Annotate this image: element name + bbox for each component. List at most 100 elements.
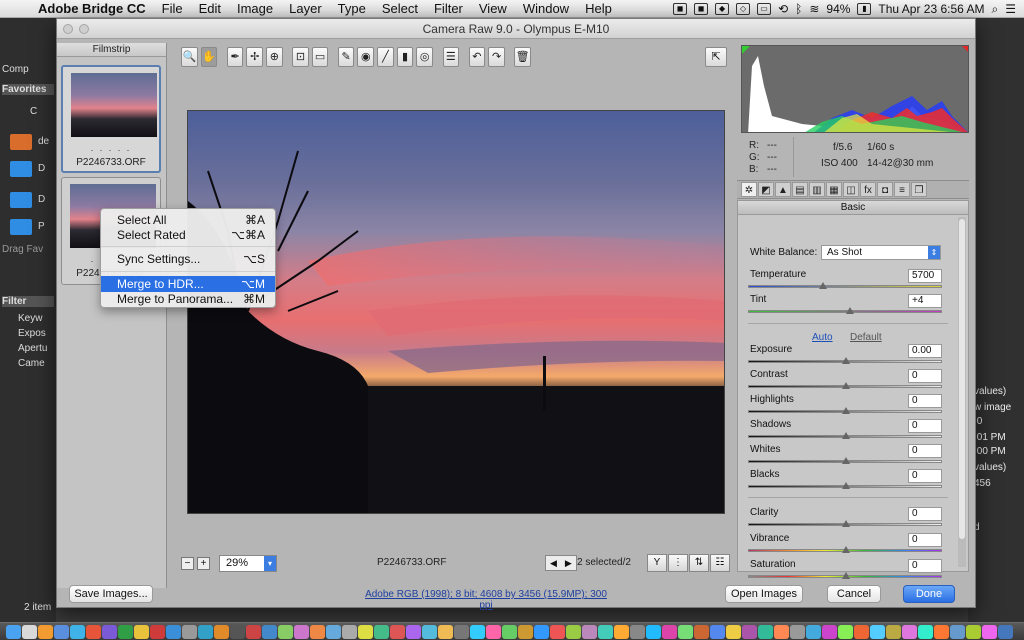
dock-app-icon[interactable] bbox=[582, 624, 597, 639]
dropbox-icon[interactable]: ◇ bbox=[736, 3, 751, 15]
slider-value-field[interactable]: 0 bbox=[908, 533, 942, 547]
before-after-icon[interactable]: ⋮ bbox=[668, 554, 688, 572]
dock-app-icon[interactable] bbox=[534, 624, 549, 639]
dock-app-icon[interactable] bbox=[470, 624, 485, 639]
auto-link[interactable]: Auto bbox=[812, 332, 833, 343]
zoom-level-select[interactable]: 29% ▾ bbox=[219, 554, 277, 572]
color-sampler-tool-icon[interactable]: ✢ bbox=[246, 47, 264, 67]
snapshots-tab-icon[interactable]: ❐ bbox=[911, 182, 927, 197]
slider-track[interactable] bbox=[748, 546, 942, 553]
crop-tool-icon[interactable]: ⊡ bbox=[292, 47, 309, 67]
menu-select[interactable]: Select bbox=[374, 1, 426, 16]
dock-app-icon[interactable] bbox=[694, 624, 709, 639]
slider-value-field[interactable]: 0 bbox=[908, 369, 942, 383]
targeted-adjustment-tool-icon[interactable]: ⊕ bbox=[266, 47, 283, 67]
filter-aperture[interactable]: Apertu bbox=[18, 343, 47, 354]
filter-icon[interactable]: Y bbox=[647, 554, 667, 572]
dock-app-icon[interactable] bbox=[950, 624, 965, 639]
dock-app-icon[interactable] bbox=[502, 624, 517, 639]
filter-tab[interactable]: Filter bbox=[2, 296, 54, 307]
rotate-left-tool-icon[interactable]: ↶ bbox=[468, 47, 486, 67]
slider-knob[interactable] bbox=[842, 407, 850, 414]
slider-track[interactable] bbox=[748, 357, 942, 364]
slider-knob[interactable] bbox=[842, 457, 850, 464]
airplay-icon[interactable]: ▭ bbox=[757, 3, 772, 15]
dock-app-icon[interactable] bbox=[838, 624, 853, 639]
close-window-icon[interactable] bbox=[63, 24, 73, 34]
previous-image-icon[interactable]: ◀ bbox=[546, 558, 561, 569]
cancel-button[interactable]: Cancel bbox=[827, 585, 881, 603]
bluetooth-icon[interactable]: ᛒ bbox=[795, 2, 802, 16]
minimize-window-icon[interactable] bbox=[79, 24, 89, 34]
sidebar-item-c[interactable]: C bbox=[30, 106, 37, 117]
white-balance-select[interactable]: As Shot ⇕ bbox=[821, 245, 941, 260]
dock-app-icon[interactable] bbox=[934, 624, 949, 639]
slider-value-field[interactable]: 0 bbox=[908, 559, 942, 573]
dock-app-icon[interactable] bbox=[662, 624, 677, 639]
slider-knob[interactable] bbox=[842, 520, 850, 527]
clock[interactable]: Thu Apr 23 6:56 AM bbox=[878, 2, 984, 16]
slider-track[interactable] bbox=[748, 432, 942, 439]
rating-dots[interactable]: . . . . . bbox=[63, 143, 159, 153]
dock-app-icon[interactable] bbox=[518, 624, 533, 639]
dock-app-icon[interactable] bbox=[70, 624, 85, 639]
slider-value-field[interactable]: 0 bbox=[908, 469, 942, 483]
status-app-icon[interactable]: ◼ bbox=[694, 3, 709, 15]
dock-app-icon[interactable] bbox=[886, 624, 901, 639]
slider-track[interactable] bbox=[748, 407, 942, 414]
slider-track[interactable] bbox=[748, 482, 942, 489]
tone-curve-tab-icon[interactable]: ◩ bbox=[758, 182, 774, 197]
slider-knob[interactable] bbox=[842, 546, 850, 553]
dock-app-icon[interactable] bbox=[102, 624, 117, 639]
evernote-icon[interactable]: ◆ bbox=[715, 3, 730, 15]
menu-item-merge-panorama[interactable]: Merge to Panorama... ⌘M bbox=[101, 291, 275, 307]
camera-calibration-tab-icon[interactable]: ◘ bbox=[877, 182, 893, 197]
swap-icon[interactable]: ⇅ bbox=[689, 554, 709, 572]
slider-knob[interactable] bbox=[842, 572, 850, 579]
hsl-tab-icon[interactable]: ▤ bbox=[792, 182, 808, 197]
sidebar-item-computer[interactable]: Comp bbox=[2, 64, 29, 75]
sidebar-item-d1[interactable]: D bbox=[38, 163, 45, 174]
toggle-fullscreen-icon[interactable]: ⇱ bbox=[705, 47, 727, 67]
dock-app-icon[interactable] bbox=[854, 624, 869, 639]
dock-app-icon[interactable] bbox=[982, 624, 997, 639]
slider-value-field[interactable]: +4 bbox=[908, 294, 942, 308]
slider-track[interactable] bbox=[748, 307, 942, 314]
presets-tab-icon[interactable]: ≡ bbox=[894, 182, 910, 197]
slider-knob[interactable] bbox=[818, 282, 827, 289]
menu-file[interactable]: File bbox=[154, 1, 191, 16]
dock-app-icon[interactable] bbox=[422, 624, 437, 639]
menu-view[interactable]: View bbox=[471, 1, 515, 16]
dock-app-icon[interactable] bbox=[790, 624, 805, 639]
sidebar-item-de[interactable]: de bbox=[38, 136, 49, 147]
menu-window[interactable]: Window bbox=[515, 1, 577, 16]
dock-app-icon[interactable] bbox=[6, 624, 21, 639]
menu-edit[interactable]: Edit bbox=[191, 1, 229, 16]
workflow-options-link[interactable]: Adobe RGB (1998); 8 bit; 4608 by 3456 (1… bbox=[362, 589, 610, 611]
filter-exposure[interactable]: Expos bbox=[18, 328, 46, 339]
basic-tab-icon[interactable]: ✲ bbox=[741, 182, 757, 197]
dock-app-icon[interactable] bbox=[278, 624, 293, 639]
menu-item-sync-settings[interactable]: Sync Settings... ⌥S bbox=[101, 251, 275, 267]
dock-app-icon[interactable] bbox=[246, 624, 261, 639]
slider-track[interactable] bbox=[748, 382, 942, 389]
spot-removal-tool-icon[interactable]: ✎ bbox=[337, 47, 355, 67]
dock-app-icon[interactable] bbox=[182, 624, 197, 639]
dock-app-icon[interactable] bbox=[678, 624, 693, 639]
slider-value-field[interactable]: 5700 bbox=[908, 269, 942, 283]
dock-app-icon[interactable] bbox=[806, 624, 821, 639]
slider-track[interactable] bbox=[748, 520, 942, 527]
dock-app-icon[interactable] bbox=[566, 624, 581, 639]
panel-scrollbar[interactable] bbox=[958, 217, 966, 567]
filter-camera[interactable]: Came bbox=[18, 358, 45, 369]
slider-value-field[interactable]: 0 bbox=[908, 419, 942, 433]
status-app-icon[interactable]: ◼ bbox=[673, 3, 688, 15]
radial-filter-tool-icon[interactable]: ◎ bbox=[416, 47, 434, 67]
dock-app-icon[interactable] bbox=[902, 624, 917, 639]
dock-app-icon[interactable] bbox=[630, 624, 645, 639]
slider-value-field[interactable]: 0 bbox=[908, 507, 942, 521]
dock-app-icon[interactable] bbox=[118, 624, 133, 639]
graduated-filter-tool-icon[interactable]: ▮ bbox=[396, 47, 414, 67]
dock-app-icon[interactable] bbox=[134, 624, 149, 639]
dock-app-icon[interactable] bbox=[454, 624, 469, 639]
